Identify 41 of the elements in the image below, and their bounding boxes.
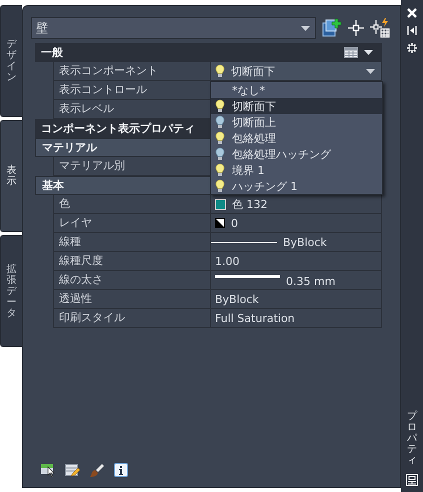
property-label: 色 <box>54 195 211 213</box>
category-header[interactable]: 一般 <box>35 43 382 62</box>
layer-icon <box>215 218 225 228</box>
property-label: 印刷スタイル <box>54 309 211 327</box>
close-icon[interactable] <box>407 8 417 18</box>
property-value: ByBlock <box>283 236 327 248</box>
property-label: レイヤ <box>54 214 211 232</box>
side-tab[interactable]: デザイン <box>0 5 22 117</box>
select-cursor-icon[interactable] <box>41 464 55 476</box>
dropdown-item[interactable]: 境界 1 <box>211 162 382 178</box>
info-icon[interactable] <box>114 463 128 477</box>
lineweight-sample <box>215 275 280 278</box>
property-label: 線種尺度 <box>54 252 211 270</box>
object-type-dropdown[interactable]: 壁 <box>31 17 316 39</box>
select-objects-icon[interactable] <box>348 20 364 36</box>
property-label: 線の太さ <box>54 271 211 289</box>
dropdown-item[interactable]: *なし* <box>211 82 382 98</box>
edit-table-icon[interactable] <box>65 464 80 476</box>
dropdown-item[interactable]: 切断面下 <box>211 98 382 114</box>
property-value: 1.00 <box>215 254 240 268</box>
property-value: 0.35 mm <box>286 275 336 288</box>
pin-icon[interactable] <box>407 26 417 35</box>
property-value: ByBlock <box>215 292 259 306</box>
property-label: 透過性 <box>54 290 211 308</box>
value-dropdown[interactable]: 切断面下 <box>211 62 381 80</box>
side-tab[interactable]: 表示 <box>0 120 22 232</box>
settings-icon[interactable] <box>407 43 417 53</box>
dropdown-item[interactable]: ハッチング 1 <box>211 178 382 194</box>
property-value: 0 <box>231 216 238 230</box>
brush-icon[interactable] <box>90 464 104 476</box>
property-label: 線種 <box>54 233 211 251</box>
caret-icon <box>366 68 375 74</box>
property-value: Full Saturation <box>215 312 295 324</box>
caret-icon <box>301 26 310 30</box>
caret-icon[interactable] <box>364 50 373 55</box>
palette-icon[interactable] <box>406 474 418 486</box>
quick-select-icon[interactable] <box>370 18 390 38</box>
side-tab[interactable]: 拡張データ <box>0 235 22 347</box>
property-value: 色 132 <box>232 196 268 212</box>
add-selection-icon[interactable] <box>322 18 342 38</box>
palette-title: プロパティ <box>407 411 417 466</box>
